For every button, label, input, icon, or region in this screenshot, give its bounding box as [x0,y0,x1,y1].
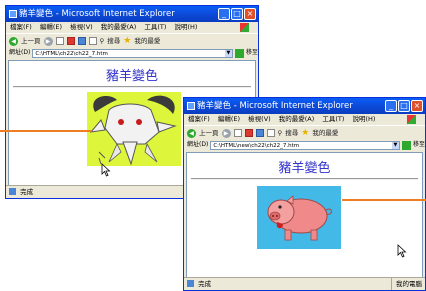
status-bar: 完成 我的電腦 [184,277,425,290]
back-label[interactable]: 上一頁 [199,126,219,140]
favorites-label[interactable]: 我的最愛 [134,34,160,48]
pig-image[interactable] [257,186,341,249]
back-icon[interactable]: ◀ [187,128,196,138]
address-value: C:\HTML\ch22\ch22_7.htm [35,50,108,57]
back-icon[interactable]: ◀ [9,36,18,46]
menu-help[interactable]: 說明(H) [353,115,376,123]
menu-bar: 檔案(F) 編輯(E) 檢視(V) 我的最愛(A) 工具(T) 說明(H) [6,22,258,33]
close-button[interactable]: × [411,100,423,112]
menu-view[interactable]: 檢視(V) [70,23,93,31]
forward-icon[interactable]: ▶ [43,36,53,46]
address-label: 網址(D) [187,141,209,148]
toolbar: ◀ 上一頁 ▶ ⚲ 搜尋 ★ 我的最愛 [6,33,258,48]
ie-window-pig: 豬羊變色 - Microsoft Internet Explorer _ □ ×… [183,97,426,291]
search-icon[interactable]: ⚲ [278,126,283,140]
menu-help[interactable]: 說明(H) [175,23,198,31]
mouse-cursor-icon [397,244,407,258]
page-content: 豬羊變色 [186,152,423,278]
menu-favorites[interactable]: 我的最愛(A) [101,23,137,31]
favorites-star-icon[interactable]: ★ [301,126,309,140]
address-value: C:\HTML\new\ch22\ch22_7.htm [213,142,300,149]
ie-icon [187,102,195,110]
title-bar[interactable]: 豬羊變色 - Microsoft Internet Explorer _ □ × [184,98,425,114]
back-label[interactable]: 上一頁 [21,34,41,48]
window-title: 豬羊變色 - Microsoft Internet Explorer [19,9,175,19]
status-text: 完成 [198,280,212,288]
address-dropdown-icon[interactable]: ▼ [224,49,232,57]
menu-view[interactable]: 檢視(V) [248,115,271,123]
page-done-icon [9,188,16,195]
menu-edit[interactable]: 編輯(E) [218,115,240,123]
horizontal-rule [191,178,418,180]
go-label[interactable]: 移至 [413,139,425,151]
go-icon[interactable] [401,140,411,150]
windows-logo-icon [407,115,416,124]
search-label[interactable]: 搜尋 [107,34,120,48]
callout-line-goat [0,130,92,132]
close-button[interactable]: × [244,8,256,20]
go-label[interactable]: 移至 [246,47,258,59]
toolbar: ◀ 上一頁 ▶ ⚲ 搜尋 ★ 我的最愛 [184,125,425,140]
favorites-star-icon[interactable]: ★ [123,34,131,48]
search-label[interactable]: 搜尋 [285,126,298,140]
ie-icon [9,10,17,18]
menu-tools[interactable]: 工具(T) [322,115,344,123]
address-input[interactable]: C:\HTML\new\ch22\ch22_7.htm ▼ [210,140,400,150]
address-bar: 網址(D) C:\HTML\ch22\ch22_7.htm ▼ 移至 [6,47,258,59]
page-done-icon [187,280,194,287]
refresh-icon[interactable] [77,37,86,45]
title-bar[interactable]: 豬羊變色 - Microsoft Internet Explorer _ □ × [6,6,258,22]
page-heading: 豬羊變色 [278,161,331,176]
menu-tools[interactable]: 工具(T) [144,23,166,31]
home-icon[interactable] [88,37,97,45]
address-label: 網址(D) [9,49,31,56]
home-icon[interactable] [266,129,275,137]
forward-icon[interactable]: ▶ [221,128,231,138]
status-text: 完成 [20,188,34,196]
stop-icon[interactable] [244,129,253,137]
go-icon[interactable] [234,48,244,58]
menu-bar: 檔案(F) 編輯(E) 檢視(V) 我的最愛(A) 工具(T) 說明(H) [184,114,425,125]
window-title: 豬羊變色 - Microsoft Internet Explorer [197,101,353,111]
status-zone: 我的電腦 [391,278,422,290]
maximize-button[interactable]: □ [231,8,243,20]
menu-file[interactable]: 檔案(F) [10,23,32,31]
mouse-cursor-icon [101,163,111,177]
page-icon [55,37,64,45]
callout-line-pig [342,199,426,201]
stop-icon[interactable] [66,37,75,45]
address-dropdown-icon[interactable]: ▼ [391,141,399,149]
address-bar: 網址(D) C:\HTML\new\ch22\ch22_7.htm ▼ 移至 [184,139,425,151]
minimize-button[interactable]: _ [218,8,230,20]
menu-file[interactable]: 檔案(F) [188,115,210,123]
page-heading: 豬羊變色 [105,69,158,84]
page-icon [233,129,242,137]
menu-edit[interactable]: 編輯(E) [40,23,62,31]
maximize-button[interactable]: □ [398,100,410,112]
refresh-icon[interactable] [255,129,264,137]
favorites-label[interactable]: 我的最愛 [312,126,338,140]
goat-image[interactable] [87,92,181,166]
minimize-button[interactable]: _ [385,100,397,112]
search-icon[interactable]: ⚲ [100,34,105,48]
horizontal-rule [13,86,251,88]
windows-logo-icon [240,23,249,32]
menu-favorites[interactable]: 我的最愛(A) [279,115,315,123]
address-input[interactable]: C:\HTML\ch22\ch22_7.htm ▼ [32,48,233,58]
